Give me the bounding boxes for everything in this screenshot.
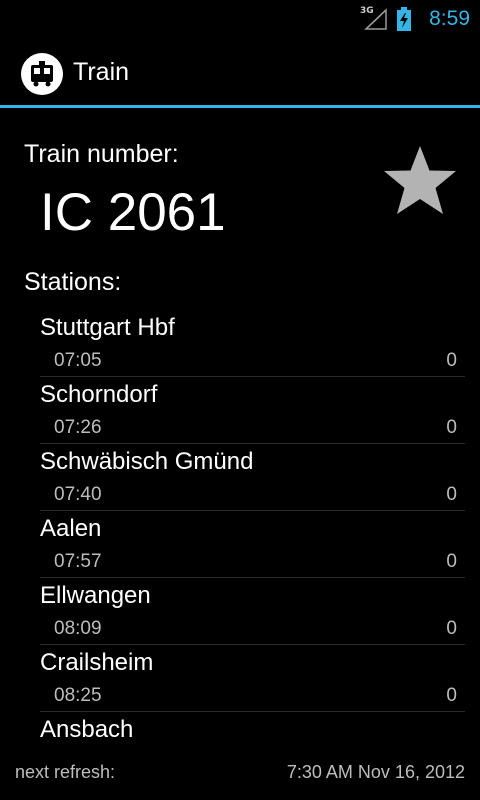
favorite-star-button[interactable] xyxy=(380,142,460,222)
station-time: 07:57 xyxy=(54,551,102,572)
next-refresh-value: 7:30 AM Nov 16, 2012 xyxy=(286,762,465,782)
station-delay: 0 xyxy=(446,618,457,639)
station-list[interactable]: Stuttgart Hbf 07:05 0 Schorndorf 07:26 0… xyxy=(40,310,465,750)
station-delay: 0 xyxy=(446,685,457,706)
list-item[interactable]: Crailsheim 08:25 0 xyxy=(40,645,465,712)
station-time: 07:40 xyxy=(54,484,102,505)
station-time: 07:26 xyxy=(54,417,102,438)
app-title: Train xyxy=(73,58,130,86)
station-name: Ansbach xyxy=(40,716,134,743)
refresh-footer: next refresh: 7:30 AM Nov 16, 2012 xyxy=(0,750,480,800)
station-name: Schorndorf xyxy=(40,381,158,408)
station-time: 08:09 xyxy=(54,618,102,639)
station-time: 08:25 xyxy=(54,685,102,706)
status-clock: 8:59 xyxy=(429,7,470,30)
signal-icon xyxy=(364,8,387,30)
station-name: Ellwangen xyxy=(40,582,151,609)
list-item[interactable]: Stuttgart Hbf 07:05 0 xyxy=(40,310,465,377)
action-bar: Train xyxy=(0,38,480,108)
station-name: Stuttgart Hbf xyxy=(40,314,175,341)
list-item[interactable]: Ansbach xyxy=(40,712,465,750)
station-name: Aalen xyxy=(40,515,102,542)
next-refresh-label: next refresh: xyxy=(15,762,116,782)
train-number: IC 2061 xyxy=(40,183,226,242)
star-icon xyxy=(384,146,456,214)
station-name: Crailsheim xyxy=(40,649,154,676)
station-delay: 0 xyxy=(446,350,457,371)
station-delay: 0 xyxy=(446,484,457,505)
train-number-label: Train number: xyxy=(24,140,179,168)
list-item[interactable]: Schorndorf 07:26 0 xyxy=(40,377,465,444)
list-item[interactable]: Schwäbisch Gmünd 07:40 0 xyxy=(40,444,465,511)
status-bar: 3G 8:59 xyxy=(0,0,480,38)
station-name: Schwäbisch Gmünd xyxy=(40,448,254,475)
station-time: 07:05 xyxy=(54,350,102,371)
list-item[interactable]: Aalen 07:57 0 xyxy=(40,511,465,578)
battery-charging-icon xyxy=(397,7,411,31)
stations-label: Stations: xyxy=(24,268,122,296)
station-delay: 0 xyxy=(446,551,457,572)
station-delay: 0 xyxy=(446,417,457,438)
tram-icon[interactable] xyxy=(21,53,63,95)
list-item[interactable]: Ellwangen 08:09 0 xyxy=(40,578,465,645)
